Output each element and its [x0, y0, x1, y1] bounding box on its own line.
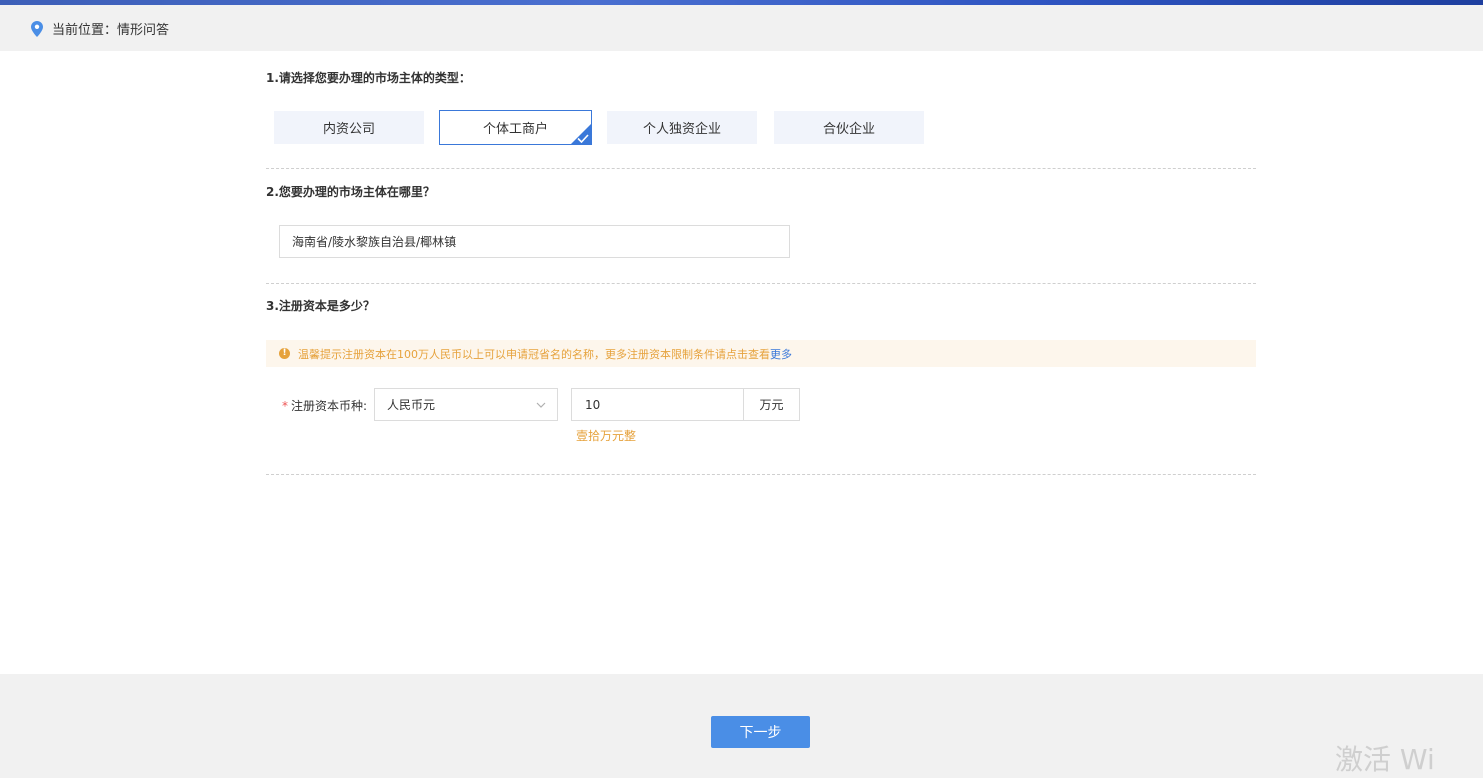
section-divider: [266, 283, 1256, 284]
capital-tip-bar: ! 温馨提示注册资本在100万人民币以上可以申请冠省名的名称，更多注册资本限制条…: [266, 340, 1256, 367]
capital-unit: 万元: [743, 388, 800, 421]
location-pin-icon: [31, 21, 43, 37]
breadcrumb: 当前位置：情形问答: [0, 5, 1483, 51]
tip-text: 温馨提示注册资本在100万人民币以上可以申请冠省名的名称，更多注册资本限制条件请…: [298, 347, 770, 361]
activation-watermark: 激活 Wi: [1335, 743, 1435, 776]
more-link[interactable]: 更多: [770, 346, 792, 362]
option-sole-proprietorship[interactable]: 个人独资企业: [607, 111, 757, 144]
section-divider: [266, 168, 1256, 169]
breadcrumb-label: 当前位置：情形问答: [52, 23, 170, 38]
next-step-label: 下一步: [739, 725, 782, 741]
currency-select[interactable]: 人民币元: [374, 388, 558, 421]
currency-label-text: 注册资本币种:: [291, 399, 368, 413]
option-label: 内资公司: [322, 122, 375, 137]
required-mark: *: [282, 399, 288, 413]
checkmark-icon: [577, 134, 589, 143]
capital-amount-input[interactable]: 10: [571, 388, 743, 421]
option-partnership[interactable]: 合伙企业: [774, 111, 924, 144]
capital-amount-value: 10: [585, 397, 601, 412]
option-individual-business[interactable]: 个体工商户: [439, 110, 592, 145]
section-divider: [266, 474, 1256, 475]
region-picker-input[interactable]: 海南省/陵水黎族自治县/椰林镇: [279, 225, 790, 258]
capital-amount-words: 壹拾万元整: [576, 429, 637, 443]
currency-label: * 注册资本币种:: [282, 397, 367, 414]
next-step-button[interactable]: 下一步: [711, 716, 810, 748]
question-1-title: 1.请选择您要办理的市场主体的类型：: [266, 71, 471, 85]
warning-icon: !: [279, 348, 290, 359]
question-3-title: 3.注册资本是多少？: [266, 299, 375, 313]
region-value: 海南省/陵水黎族自治县/椰林镇: [292, 235, 457, 249]
capital-unit-label: 万元: [759, 398, 784, 412]
question-2-title: 2.您要办理的市场主体在哪里？: [266, 185, 435, 199]
chevron-down-icon: [536, 402, 546, 408]
option-label: 个人独资企业: [642, 122, 721, 137]
option-domestic-company[interactable]: 内资公司: [274, 111, 424, 144]
currency-value: 人民币元: [387, 398, 436, 412]
option-label: 合伙企业: [822, 122, 875, 137]
main-form: 1.请选择您要办理的市场主体的类型： 内资公司 个体工商户 个人独资企业 合伙企…: [0, 51, 1483, 674]
option-label: 个体工商户: [482, 122, 548, 137]
